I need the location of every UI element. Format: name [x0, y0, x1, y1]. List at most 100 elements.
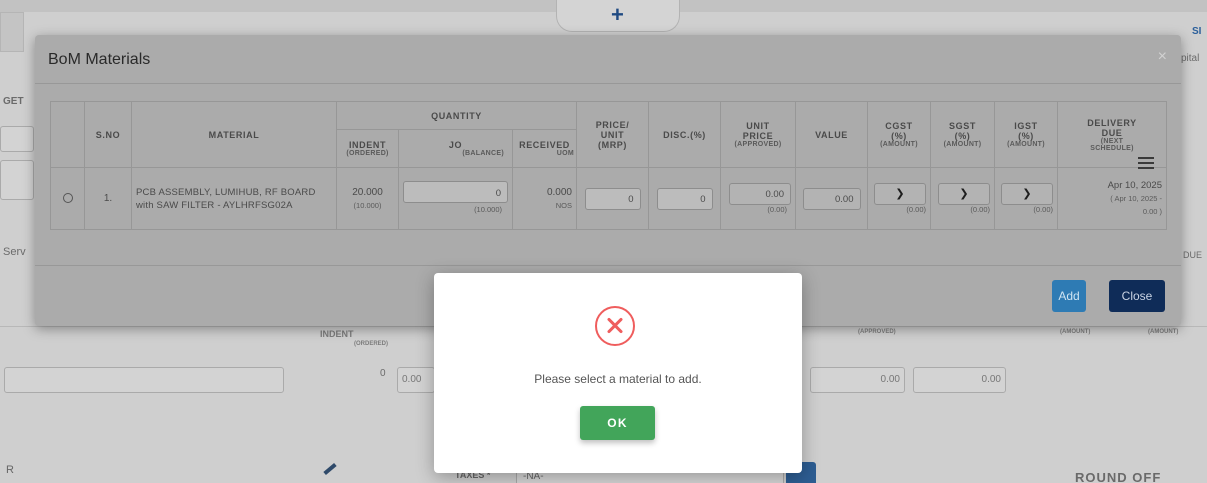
alert-message: Please select a material to add.: [534, 372, 702, 386]
header-igst-line1: IGST: [1014, 121, 1038, 131]
header-value: VALUE: [795, 101, 868, 168]
row-jo: 0 (10.000): [398, 167, 513, 230]
header-disc: DISC.(%): [648, 101, 721, 168]
header-indent: INDENT (ORDERED): [336, 129, 399, 168]
edge-label-si: SI: [1192, 26, 1202, 37]
header-material: MATERIAL: [131, 101, 337, 168]
row-igst-sub: (0.00): [1033, 205, 1053, 214]
bg-header-ordered: (ORDERED): [354, 341, 388, 347]
row-delivery-sub2: 0.00 ): [1142, 207, 1162, 216]
table-row: 1. PCB ASSEMBLY, LUMIHUB, RF BOARD with …: [50, 167, 1167, 230]
cgst-select[interactable]: ❯: [874, 183, 926, 205]
row-delivery: Apr 10, 2025 ( Apr 10, 2025 - 0.00 ): [1057, 167, 1167, 230]
header-delivery-sub2: SCHEDULE): [1090, 144, 1134, 152]
header-delivery-line2: DUE: [1101, 127, 1123, 138]
close-button[interactable]: Close: [1109, 280, 1165, 312]
row-unit-price: 0.00 (0.00): [720, 167, 796, 230]
row-cgst-sub: (0.00): [906, 205, 926, 214]
row-select-cell: [50, 167, 85, 230]
modal-header-divider: [35, 83, 1181, 84]
row-igst: ❯ (0.00): [994, 167, 1058, 230]
close-icon[interactable]: ×: [1158, 48, 1167, 66]
header-price: PRICE/ UNIT (MRP): [576, 101, 649, 168]
header-price-line3: (MRP): [598, 139, 627, 150]
row-value: 0.00: [795, 167, 868, 230]
column-menu-icon[interactable]: [1138, 157, 1154, 171]
jo-quantity-input[interactable]: 0: [403, 181, 508, 203]
discount-input[interactable]: 0: [656, 187, 713, 210]
header-sgst: SGST (%) (AMOUNT): [930, 101, 995, 168]
bg-header-indent: INDENT: [320, 329, 354, 339]
bom-materials-table: S.NO MATERIAL QUANTITY PRICE/ UNIT (MRP)…: [50, 101, 1167, 230]
header-igst: IGST (%) (AMOUNT): [994, 101, 1058, 168]
modal-footer-divider: [35, 265, 1181, 266]
row-delivery-date: Apr 10, 2025: [1107, 180, 1162, 191]
edge-input-left-2[interactable]: [0, 160, 34, 200]
error-circle-x-icon: [595, 306, 635, 346]
header-cgst-line1: CGST: [885, 121, 913, 131]
row-delivery-sub: ( Apr 10, 2025 -: [1110, 194, 1162, 203]
row-unit-price-sub: (0.00): [767, 205, 787, 214]
header-delivery-line1: DELIVERY: [1087, 117, 1137, 128]
header-delivery-sub: (NEXT: [1100, 137, 1124, 145]
header-indent-sub: (ORDERED): [346, 150, 389, 157]
add-tab-button[interactable]: +: [556, 0, 680, 32]
header-igst-sub: (AMOUNT): [1007, 141, 1045, 148]
header-unit-price-line1: UNIT: [746, 121, 770, 131]
bg-row-jo-input[interactable]: 0.00: [397, 367, 435, 393]
sgst-select[interactable]: ❯: [938, 183, 990, 205]
header-sgst-sub: (AMOUNT): [943, 141, 982, 148]
chevron-down-icon: ❯: [895, 188, 905, 200]
row-material-line2: with SAW FILTER - AYLHRFSG02A: [136, 199, 293, 211]
bg-row-value-input[interactable]: 0.00: [913, 367, 1006, 393]
edge-label-pital: pital: [1181, 53, 1200, 64]
igst-select[interactable]: ❯: [1001, 183, 1053, 205]
alert-dialog: Please select a material to add. OK: [434, 273, 802, 473]
bg-row-value: 0: [380, 368, 386, 379]
header-unit-price-sub: (APPROVED): [734, 141, 782, 148]
bg-header-amount-2: (AMOUNT): [1148, 329, 1179, 335]
header-cgst-line2: (%): [891, 131, 907, 141]
header-jo-label: JO: [448, 140, 463, 150]
row-indent: 20.000 (10.000): [336, 167, 399, 230]
chevron-down-icon: ❯: [1022, 188, 1032, 200]
row-material-line1: PCB ASSEMBLY, LUMIHUB, RF BOARD: [136, 186, 316, 198]
header-sgst-line2: (%): [954, 131, 971, 141]
bg-row-input[interactable]: [4, 367, 284, 393]
bg-header-amount: (AMOUNT): [1060, 329, 1091, 335]
header-quantity: QUANTITY: [336, 101, 577, 130]
ok-button[interactable]: OK: [580, 406, 655, 440]
header-unit-price-line2: PRICE: [742, 131, 774, 141]
chevron-down-icon: ❯: [959, 188, 969, 200]
edge-label-serv: Serv: [3, 246, 26, 258]
bg-header-approved: (APPROVED): [858, 329, 896, 335]
header-sgst-line1: SGST: [949, 121, 976, 131]
edge-label-get: GET: [3, 96, 24, 107]
header-select: [50, 101, 85, 168]
edge-label-due: DUE: [1183, 250, 1203, 260]
row-sno: 1.: [84, 167, 132, 230]
row-received: 0.000 NOS: [512, 167, 577, 230]
row-cgst: ❯ (0.00): [867, 167, 931, 230]
unit-price-input[interactable]: 0.00: [729, 183, 791, 205]
row-received-uom: NOS: [555, 200, 572, 210]
header-indent-label: INDENT: [348, 140, 387, 150]
header-jo: JO (BALANCE): [398, 129, 513, 168]
edge-input-left[interactable]: [0, 126, 34, 152]
header-received: RECEIVED UOM: [512, 129, 577, 168]
row-material: PCB ASSEMBLY, LUMIHUB, RF BOARD with SAW…: [131, 167, 337, 230]
bg-bottom-input[interactable]: R: [0, 464, 340, 483]
price-input[interactable]: 0: [584, 187, 641, 210]
value-input[interactable]: 0.00: [802, 187, 861, 210]
row-select-radio[interactable]: [62, 192, 73, 203]
bg-row-price-input[interactable]: 0.00: [810, 367, 905, 393]
header-cgst: CGST (%) (AMOUNT): [867, 101, 931, 168]
header-unit-price: UNIT PRICE (APPROVED): [720, 101, 796, 168]
header-jo-sub: (BALANCE): [462, 150, 504, 157]
header-price-line2: UNIT: [600, 129, 625, 140]
header-sno: S.NO: [84, 101, 132, 168]
row-sgst-sub: (0.00): [970, 205, 990, 214]
row-received-value: 0.000: [546, 186, 572, 198]
add-button[interactable]: Add: [1052, 280, 1086, 312]
header-igst-line2: (%): [1018, 131, 1034, 141]
